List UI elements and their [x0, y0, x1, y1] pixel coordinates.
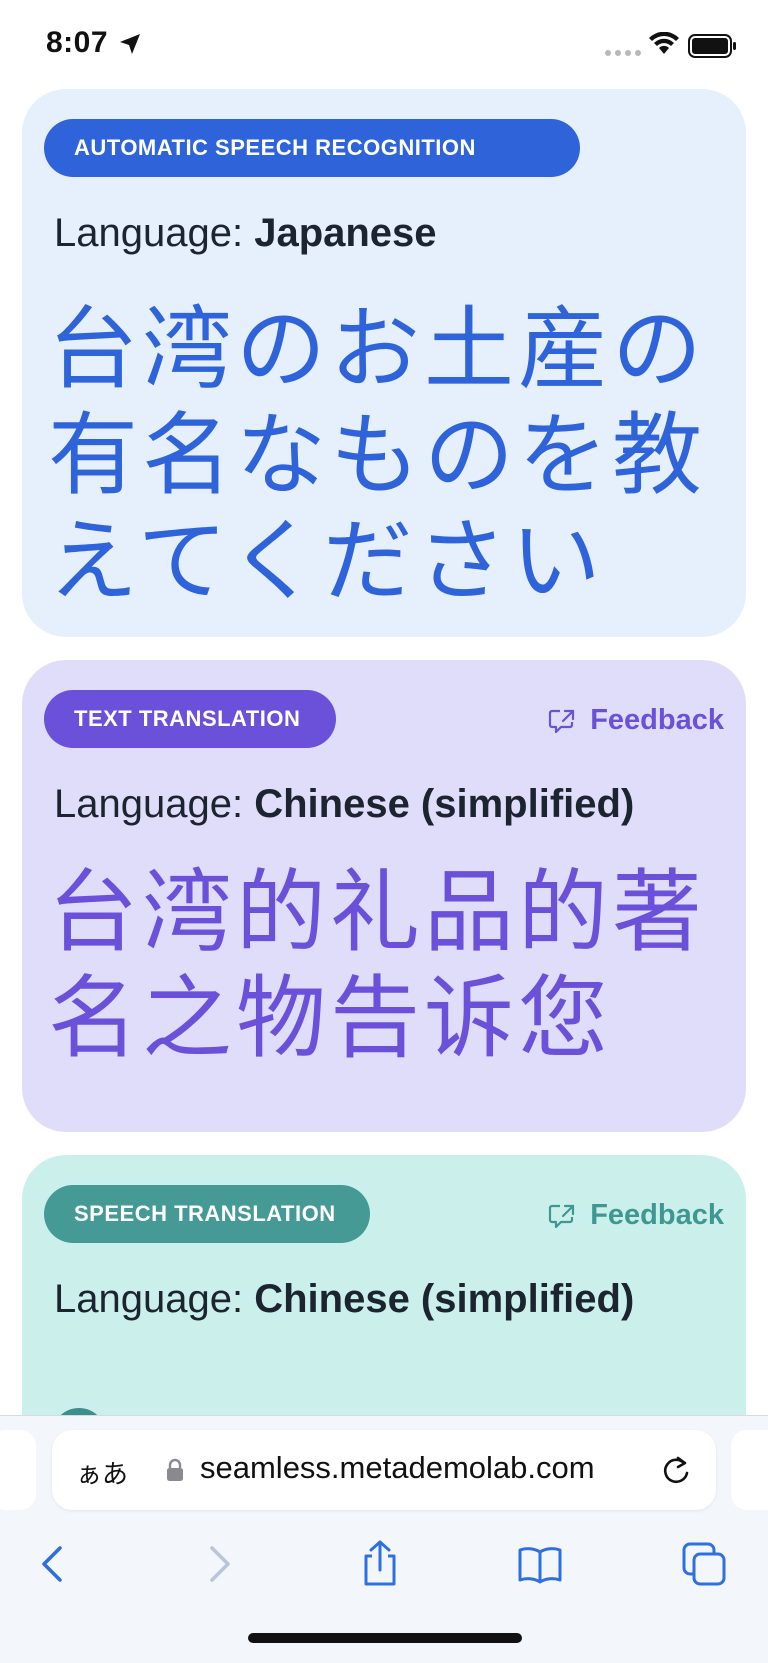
text-translation-feedback-button[interactable]: Feedback: [548, 704, 724, 737]
tabs-icon[interactable]: [680, 1540, 728, 1588]
share-icon[interactable]: [356, 1540, 404, 1588]
cellular-signal-icon: [605, 50, 641, 56]
asr-transcript-line: 有名なものを教: [48, 403, 706, 508]
url-text: seamless.metademolab.com: [200, 1450, 595, 1485]
browser-toolbar: [0, 1526, 768, 1606]
asr-transcript-line: 台湾のお土産の: [48, 297, 706, 402]
asr-transcript-line: えてください: [48, 509, 605, 614]
forward-icon[interactable]: [194, 1540, 242, 1588]
speech-translation-language-value: Chinese (simplified): [254, 1277, 635, 1321]
asr-language-line: Language: Japanese: [54, 211, 437, 256]
asr-card: AUTOMATIC SPEECH RECOGNITION Language: J…: [22, 89, 746, 637]
asr-language-value: Japanese: [254, 211, 437, 255]
text-translation-card: TEXT TRANSLATION Feedback Language: Chin…: [22, 660, 746, 1132]
status-time: 8:07: [46, 26, 109, 59]
translation-line: 名之物告诉您: [48, 966, 612, 1071]
speech-translation-feedback-button[interactable]: Feedback: [548, 1199, 724, 1232]
bookmarks-icon[interactable]: [516, 1540, 564, 1588]
browser-bottom-bar: ぁあ seamless.metademolab.com: [0, 1415, 768, 1663]
language-label: Language:: [54, 782, 255, 826]
back-icon[interactable]: [30, 1540, 78, 1588]
previous-tab-preview[interactable]: [0, 1430, 36, 1510]
speech-translation-language-line: Language: Chinese (simplified): [54, 1277, 634, 1322]
language-label: Language:: [54, 211, 255, 255]
battery-icon: [688, 34, 736, 58]
location-arrow-icon: [120, 34, 140, 54]
asr-transcript: 台湾のお土産の 有名なものを教 えてください: [48, 297, 728, 615]
address-bar[interactable]: ぁあ seamless.metademolab.com: [52, 1430, 716, 1510]
lock-icon: [167, 1458, 183, 1481]
language-label: Language:: [54, 1277, 255, 1321]
reload-icon[interactable]: [660, 1454, 692, 1488]
next-tab-preview[interactable]: [731, 1430, 768, 1510]
asr-badge: AUTOMATIC SPEECH RECOGNITION: [44, 119, 580, 177]
feedback-label: Feedback: [590, 704, 724, 736]
feedback-icon: [549, 1204, 575, 1228]
wifi-icon: [649, 32, 679, 54]
status-bar: 8:07: [0, 0, 768, 90]
text-size-button[interactable]: ぁあ: [76, 1454, 128, 1491]
text-translation-badge: TEXT TRANSLATION: [44, 690, 336, 748]
text-translation-language-value: Chinese (simplified): [254, 782, 635, 826]
speech-translation-badge: SPEECH TRANSLATION: [44, 1185, 370, 1243]
text-translation-language-line: Language: Chinese (simplified): [54, 782, 634, 827]
text-translation-output: 台湾的礼品的著 名之物告诉您: [48, 860, 728, 1072]
home-indicator: [248, 1633, 522, 1643]
feedback-icon: [549, 709, 575, 733]
translation-line: 台湾的礼品的著: [48, 860, 706, 965]
feedback-label: Feedback: [590, 1199, 724, 1231]
